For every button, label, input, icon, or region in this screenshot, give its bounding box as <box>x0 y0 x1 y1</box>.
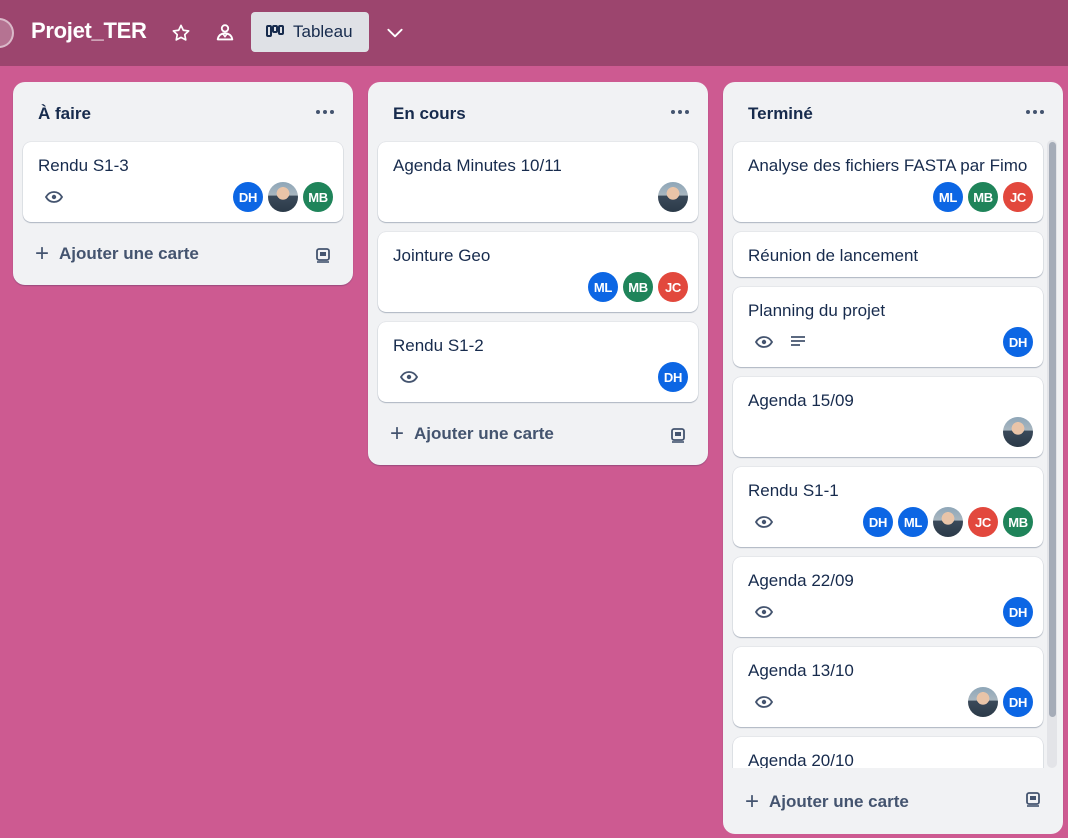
card-title: Rendu S1-3 <box>38 156 129 175</box>
avatar[interactable]: DH <box>1003 687 1033 717</box>
card-title: Rendu S1-2 <box>393 336 484 355</box>
card[interactable]: Planning du projet DH <box>733 287 1043 367</box>
avatar[interactable]: MB <box>968 182 998 212</box>
list-menu-button[interactable] <box>1023 102 1047 122</box>
avatar[interactable]: JC <box>1003 182 1033 212</box>
star-icon[interactable] <box>168 20 194 46</box>
avatar[interactable]: DH <box>1003 327 1033 357</box>
board-view-button[interactable]: Tableau <box>251 12 369 52</box>
card[interactable]: Rendu S1-3 DH MB <box>23 142 343 222</box>
card-title: Jointure Geo <box>393 246 491 265</box>
card[interactable]: Rendu S1-1 DH ML JC MB <box>733 467 1043 547</box>
card-template-icon[interactable] <box>1023 789 1043 809</box>
avatar-photo[interactable] <box>268 182 298 212</box>
add-card-label: Ajouter une carte <box>414 424 554 443</box>
avatar[interactable]: JC <box>968 507 998 537</box>
list-a-faire: À faire Rendu S1-3 DH MB + Ajouter une c… <box>13 82 353 285</box>
avatar-photo[interactable] <box>968 687 998 717</box>
eye-icon <box>43 186 65 208</box>
card[interactable]: Agenda 15/09 <box>733 377 1043 457</box>
board-header: Projet_TER Tableau <box>0 0 1068 66</box>
avatar[interactable]: MB <box>623 272 653 302</box>
avatar[interactable]: DH <box>863 507 893 537</box>
card-title: Agenda 15/09 <box>748 391 854 410</box>
plus-icon: + <box>35 240 50 267</box>
list-menu-button[interactable] <box>668 102 692 122</box>
plus-icon: + <box>390 420 405 447</box>
eye-icon <box>398 366 420 388</box>
plus-icon: + <box>745 788 760 815</box>
eye-icon <box>753 331 775 353</box>
card[interactable]: Agenda 13/10 DH <box>733 647 1043 727</box>
card-title: Agenda 22/09 <box>748 571 854 590</box>
card[interactable]: Agenda Minutes 10/11 <box>378 142 698 222</box>
card[interactable]: Rendu S1-2 DH <box>378 322 698 402</box>
board-view-label: Tableau <box>293 22 353 41</box>
description-icon <box>787 331 809 353</box>
list-en-cours: En cours Agenda Minutes 10/11 Jointure G… <box>368 82 708 465</box>
card[interactable]: Agenda 22/09 DH <box>733 557 1043 637</box>
add-card-button[interactable]: + Ajouter une carte <box>745 790 909 814</box>
add-card-label: Ajouter une carte <box>769 792 909 811</box>
list-title[interactable]: À faire <box>38 104 91 124</box>
card-title: Planning du projet <box>748 301 886 320</box>
card-title: Agenda Minutes 10/11 <box>393 156 562 175</box>
add-card-label: Ajouter une carte <box>59 244 199 263</box>
board-view-icon <box>266 25 284 37</box>
avatar[interactable]: DH <box>233 182 263 212</box>
card[interactable]: Réunion de lancement <box>733 232 1043 277</box>
board-title[interactable]: Projet_TER <box>31 18 147 44</box>
add-card-button[interactable]: + Ajouter une carte <box>390 422 554 446</box>
avatar[interactable]: MB <box>1003 507 1033 537</box>
members-icon[interactable] <box>212 20 238 46</box>
avatar[interactable]: MB <box>303 182 333 212</box>
card-template-icon[interactable] <box>668 425 688 445</box>
card[interactable]: Jointure Geo ML MB JC <box>378 232 698 312</box>
chevron-down-icon[interactable] <box>382 20 408 46</box>
avatar[interactable]: DH <box>658 362 688 392</box>
add-card-button[interactable]: + Ajouter une carte <box>35 242 199 266</box>
list-title[interactable]: En cours <box>393 104 466 124</box>
card-title: Analyse des fichiers FASTA par Fimo <box>748 156 1028 175</box>
list-scrollbar-thumb[interactable] <box>1049 142 1056 717</box>
avatar-photo[interactable] <box>1003 417 1033 447</box>
eye-icon <box>753 691 775 713</box>
eye-icon <box>753 511 775 533</box>
avatar[interactable]: ML <box>933 182 963 212</box>
eye-icon <box>753 601 775 623</box>
card[interactable]: Analyse des fichiers FASTA par Fimo ML M… <box>733 142 1043 222</box>
avatar[interactable]: JC <box>658 272 688 302</box>
avatar-photo[interactable] <box>658 182 688 212</box>
avatar-photo[interactable] <box>933 507 963 537</box>
list-termine: Terminé Analyse des fichiers FASTA par F… <box>723 82 1063 830</box>
card-template-icon[interactable] <box>313 245 333 265</box>
card-title: Réunion de lancement <box>748 246 919 265</box>
avatar[interactable]: ML <box>898 507 928 537</box>
list-menu-button[interactable] <box>313 102 337 122</box>
card-title: Rendu S1-1 <box>748 481 839 500</box>
avatar[interactable]: ML <box>588 272 618 302</box>
workspace-back-button[interactable] <box>0 18 14 48</box>
avatar[interactable]: DH <box>1003 597 1033 627</box>
list-title[interactable]: Terminé <box>748 104 813 124</box>
card-title: Agenda 13/10 <box>748 661 854 680</box>
